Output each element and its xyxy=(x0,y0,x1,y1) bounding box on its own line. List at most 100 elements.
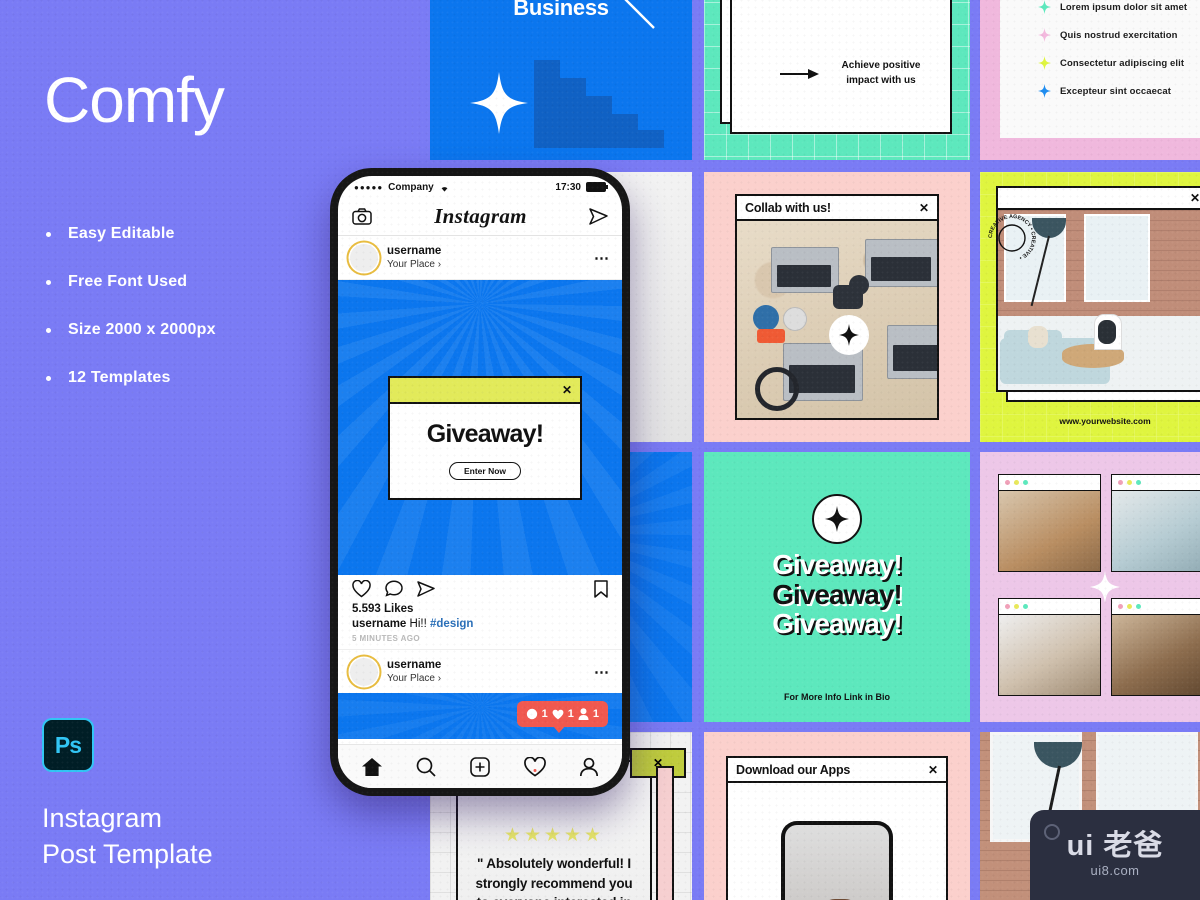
tile-download-apps[interactable]: Download our Apps ✕ Try It xyxy=(704,732,970,900)
watermark: ui 老爸 ui8.com xyxy=(1030,810,1200,900)
add-post-icon[interactable] xyxy=(470,756,490,777)
clock-label: 17:30 xyxy=(555,181,581,193)
window-title: Download our Apps xyxy=(736,762,851,777)
post-username: username xyxy=(387,659,442,672)
activity-icon[interactable] xyxy=(523,756,546,777)
post-author-row[interactable]: username Your Place › ⋯ xyxy=(338,236,622,280)
services-list: Lorem ipsum dolor sit amet Quis nostrud … xyxy=(1038,0,1200,112)
avatar[interactable] xyxy=(350,243,378,272)
window-title: Collab with us! xyxy=(745,200,831,215)
notification-dot xyxy=(533,768,537,772)
status-bar: ●●●●● Company 17:30 xyxy=(338,176,622,198)
tile-viral-subtitle: Achieve positive impact with us xyxy=(841,60,921,86)
sparkle-badge-icon xyxy=(812,494,862,544)
tile-go-viral[interactable]: Go Viral Achieve positive impact with us xyxy=(704,0,970,160)
phone-screen: ●●●●● Company 17:30 Instagram username Y… xyxy=(338,176,622,788)
close-icon[interactable]: ✕ xyxy=(928,763,938,777)
popup-titlebar: ✕ xyxy=(390,378,580,404)
like-icon[interactable] xyxy=(352,580,371,598)
list-item: Lorem ipsum dolor sit amet xyxy=(1038,0,1200,14)
watermark-url: ui8.com xyxy=(1090,863,1140,878)
next-post-image: 1 1 1 xyxy=(338,693,622,739)
testimonial-quote: " Absolutely wonderful! I strongly recom… xyxy=(475,856,633,900)
sparkle-icon xyxy=(470,72,528,134)
signal-dots-icon: ●●●●● xyxy=(354,182,384,192)
tile-services[interactable]: Services Lorem ipsum dolor sit amet Quis… xyxy=(980,0,1200,160)
tile-collab[interactable]: Collab with us! ✕ xyxy=(704,172,970,442)
window-dots xyxy=(999,475,1100,491)
tile-grow-business[interactable]: To Grow Your Business xyxy=(430,0,692,160)
search-icon[interactable] xyxy=(416,757,436,777)
likes-count: 5.593 Likes xyxy=(352,603,414,615)
website-url: www.yourwebsite.com xyxy=(1059,416,1151,426)
window-dots xyxy=(999,599,1100,615)
phone-screen xyxy=(785,825,889,900)
list-item: Excepteur sint occaecat xyxy=(1038,84,1200,98)
close-icon[interactable]: ✕ xyxy=(562,383,572,397)
share-icon[interactable] xyxy=(417,580,435,598)
window-titlebar: Download our Apps ✕ xyxy=(728,758,946,783)
post-timestamp: 5 MINUTES AGO xyxy=(352,634,421,643)
camera-icon[interactable] xyxy=(352,208,372,225)
desk-photo xyxy=(737,221,937,418)
post-actions xyxy=(338,575,622,603)
bar-chart-graphic xyxy=(534,60,664,148)
bookmark-icon[interactable] xyxy=(594,580,608,598)
card-front: Go Viral Achieve positive impact with us xyxy=(730,0,952,134)
list-item: Consectetur adipiscing elit xyxy=(1038,56,1200,70)
profile-icon[interactable] xyxy=(579,757,599,777)
photo-card[interactable] xyxy=(998,598,1101,696)
giveaway-popup: ✕ Giveaway! Enter Now xyxy=(388,376,582,500)
comment-icon[interactable] xyxy=(385,580,403,598)
direct-message-icon[interactable] xyxy=(589,207,608,226)
avatar[interactable] xyxy=(350,657,378,686)
popup-headline: Giveaway! xyxy=(426,420,544,448)
photo-card[interactable] xyxy=(998,474,1101,572)
photo-card[interactable] xyxy=(1111,598,1200,696)
tile-photo-grid[interactable] xyxy=(980,452,1200,722)
photo-thumb xyxy=(1112,491,1200,571)
post-options-icon[interactable]: ⋯ xyxy=(594,663,610,681)
arrow-right-icon xyxy=(780,68,820,80)
arrow-up-icon xyxy=(598,0,658,32)
photo-thumb xyxy=(999,491,1100,571)
svg-text:CREATIVE AGENCY • CREATIVE •: CREATIVE AGENCY • CREATIVE • xyxy=(988,214,1036,261)
photoshop-label: Ps xyxy=(54,731,82,758)
close-icon[interactable]: ✕ xyxy=(919,201,929,215)
window-content: Try It xyxy=(728,783,946,900)
home-icon[interactable] xyxy=(361,757,383,777)
sparkle-badge-icon xyxy=(829,315,869,355)
service-label: Excepteur sint occaecat xyxy=(1060,85,1172,97)
poster-canvas: To Grow Your Business Go Viral xyxy=(0,0,1200,900)
post-caption: username Hi!! #design xyxy=(352,618,608,630)
heart-icon xyxy=(552,709,564,719)
next-post-author-row[interactable]: username Your Place › ⋯ xyxy=(338,649,622,693)
comment-icon xyxy=(526,708,537,720)
post-location: Your Place › xyxy=(387,672,442,684)
list-item: Quis nostrud exercitation xyxy=(1038,28,1200,42)
window-dots xyxy=(1112,475,1200,491)
caption-hashtag[interactable]: #design xyxy=(430,618,473,630)
page-subtitle: Instagram Post Template xyxy=(42,803,213,870)
giveaway-line-1: Giveaway! xyxy=(772,549,903,580)
caption-text: Hi!! xyxy=(409,618,430,630)
popup-body: Giveaway! Enter Now xyxy=(390,404,580,498)
photo-card[interactable] xyxy=(1111,474,1200,572)
collab-window: Collab with us! ✕ xyxy=(735,194,939,420)
caption-username[interactable]: username xyxy=(352,618,406,630)
post-options-icon[interactable]: ⋯ xyxy=(594,249,610,267)
photo-thumb xyxy=(1112,615,1200,695)
tile-giveaway-mint[interactable]: Giveaway! Giveaway! Giveaway! For More I… xyxy=(704,452,970,722)
wifi-icon xyxy=(439,183,450,192)
window-content xyxy=(737,221,937,418)
enter-now-button[interactable]: Enter Now xyxy=(448,462,522,480)
close-icon[interactable]: ✕ xyxy=(1190,191,1200,205)
notif-follows: 1 xyxy=(592,708,599,720)
notification-bubble[interactable]: 1 1 1 xyxy=(516,701,608,733)
app-title: Instagram xyxy=(434,204,527,228)
rating-stars: ★★★★★ xyxy=(503,825,605,846)
apps-window: Download our Apps ✕ Try It xyxy=(726,756,948,900)
service-label: Quis nostrud exercitation xyxy=(1060,29,1178,41)
tile-office[interactable]: ✕ CREATIVE AGENCY • CREATIVE • www.yourw… xyxy=(980,172,1200,442)
person-icon xyxy=(578,708,589,720)
